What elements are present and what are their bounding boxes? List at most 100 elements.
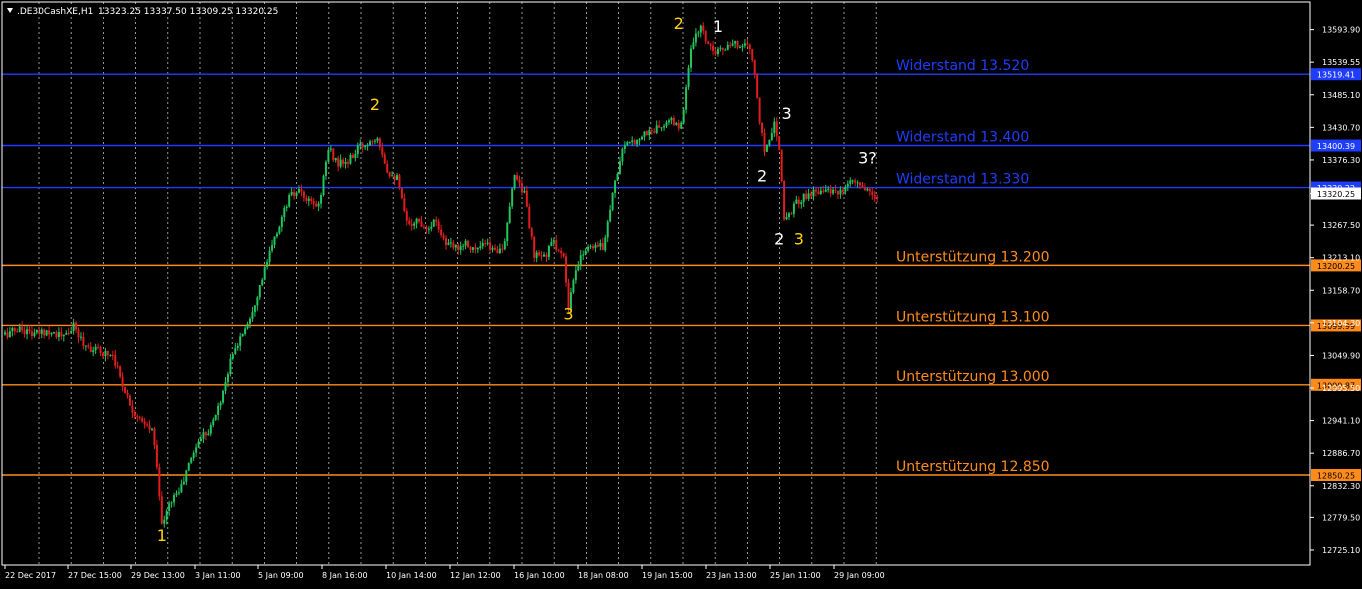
- candle-body: [349, 154, 352, 164]
- candle-body: [861, 185, 864, 188]
- candle-body: [734, 41, 737, 44]
- wave-label: 2: [674, 14, 684, 33]
- candle-body: [844, 186, 847, 192]
- candle-body: [837, 190, 839, 195]
- candle-body: [393, 175, 396, 181]
- candle-body: [420, 221, 423, 227]
- candle-body: [667, 120, 670, 123]
- candle-body: [298, 189, 300, 193]
- candle-body: [332, 148, 335, 161]
- candle-body: [307, 198, 310, 201]
- price-tag-text: 13519.41: [1317, 71, 1355, 80]
- candle-body: [435, 219, 438, 222]
- candle-body: [151, 428, 153, 430]
- candle-body: [143, 421, 146, 425]
- candle-body: [822, 190, 825, 192]
- candle-body: [565, 256, 568, 283]
- candle-body: [410, 224, 413, 226]
- x-tick-label: 27 Dec 15:00: [68, 571, 122, 580]
- candle-body: [449, 242, 452, 244]
- candle-body: [626, 142, 629, 146]
- candle-body: [672, 117, 675, 125]
- candle-body: [405, 211, 408, 221]
- candle-body: [775, 121, 778, 137]
- y-tick-label: 12832.30: [1322, 482, 1360, 491]
- candle-body: [55, 332, 58, 338]
- candle-body: [494, 247, 496, 250]
- candle-body: [726, 44, 729, 50]
- candle-body: [785, 217, 788, 220]
- candle-body: [572, 280, 575, 293]
- y-tick-label: 13267.50: [1322, 221, 1360, 230]
- candle-body: [839, 189, 842, 195]
- candle-body: [391, 175, 394, 177]
- candle-body: [33, 332, 36, 337]
- candlestick-chart[interactable]: Widerstand 13.520 13519.41 Widerstand 13.4…: [0, 0, 1362, 585]
- candle-body: [871, 191, 874, 196]
- x-tick-label: 25 Jan 11:00: [770, 571, 821, 580]
- candle-body: [165, 510, 168, 520]
- candle-body: [513, 175, 516, 189]
- candle-body: [609, 209, 612, 222]
- candle-body: [315, 203, 318, 207]
- y-tick-label: 13376.30: [1322, 156, 1360, 165]
- candle-body: [104, 350, 107, 357]
- candle-body: [351, 154, 354, 159]
- candle-body: [773, 121, 776, 134]
- candle-body: [70, 331, 73, 334]
- candle-body: [741, 45, 744, 48]
- candle-body: [645, 131, 648, 136]
- candle-body: [200, 438, 202, 442]
- candle-body: [285, 206, 288, 209]
- candle-body: [97, 346, 100, 348]
- candle-body: [214, 414, 217, 420]
- candle-body: [224, 382, 227, 391]
- support-label: Unterstützung 12.850: [896, 459, 1050, 475]
- candle-body: [146, 424, 149, 426]
- candle-body: [364, 145, 367, 148]
- y-tick-label: 13539.55: [1322, 58, 1360, 67]
- candle-body: [557, 249, 560, 251]
- candle-body: [293, 191, 296, 197]
- candle-body: [697, 32, 700, 34]
- candle-body: [606, 221, 609, 238]
- candle-body: [65, 332, 68, 335]
- y-tick-label: 13049.90: [1322, 351, 1360, 360]
- candle-body: [8, 331, 11, 338]
- candle-body: [550, 242, 553, 246]
- candle-body: [327, 149, 330, 162]
- candle-body: [807, 193, 810, 199]
- candle-body: [400, 187, 403, 199]
- candle-body: [716, 48, 719, 55]
- candle-body: [489, 242, 492, 250]
- candle-body: [432, 219, 435, 227]
- x-tick-label: 23 Jan 13:00: [706, 571, 757, 580]
- chart-window[interactable]: Widerstand 13.520 13519.41 Widerstand 13.4…: [0, 0, 1362, 585]
- candle-body: [67, 332, 70, 334]
- candle-body: [182, 481, 185, 485]
- candle-body: [45, 330, 48, 336]
- candle-body: [601, 243, 604, 251]
- candle-body: [481, 242, 484, 247]
- candle-body: [75, 322, 78, 330]
- candle-body: [528, 206, 531, 229]
- candle-body: [324, 161, 327, 176]
- candle-body: [369, 141, 372, 146]
- candle-body: [212, 419, 215, 425]
- candle-body: [310, 198, 313, 201]
- candle-body: [21, 326, 24, 331]
- candle-body: [724, 49, 727, 51]
- candle-body: [459, 246, 462, 250]
- candle-body: [805, 193, 808, 199]
- candle-body: [57, 332, 60, 338]
- candle-body: [43, 329, 46, 336]
- candle-body: [278, 226, 281, 234]
- candle-body: [756, 74, 759, 98]
- candle-body: [797, 199, 800, 205]
- candle-body: [457, 244, 460, 250]
- candle-body: [94, 346, 97, 351]
- candle-body: [721, 47, 724, 50]
- candle-body: [523, 190, 526, 193]
- candle-body: [413, 223, 416, 226]
- candle-body: [322, 175, 325, 196]
